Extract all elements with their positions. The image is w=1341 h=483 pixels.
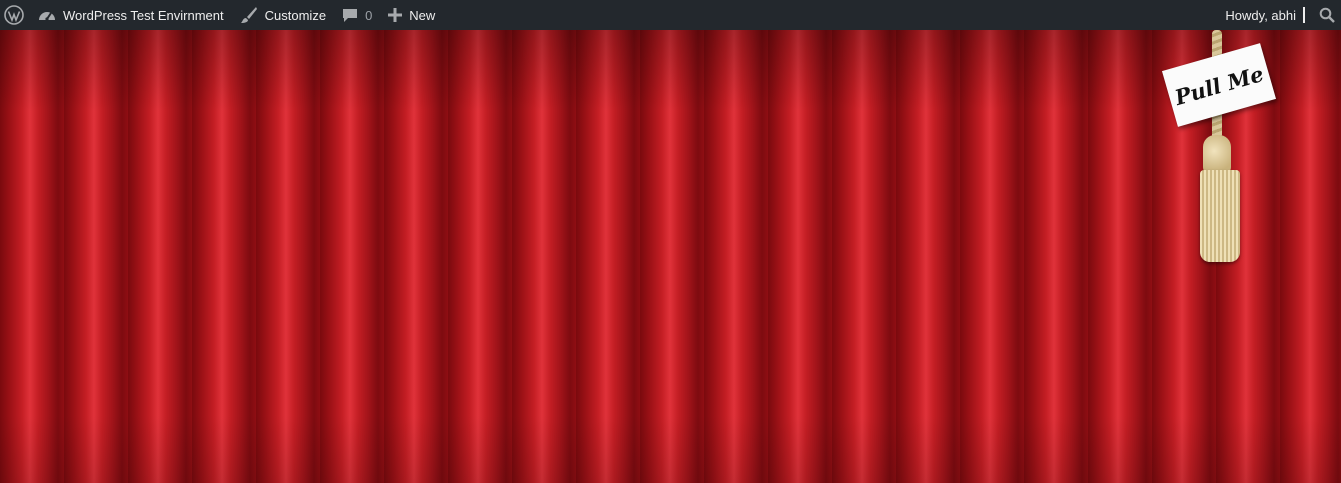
wordpress-logo-icon bbox=[4, 5, 24, 25]
search-button[interactable] bbox=[1319, 0, 1341, 30]
wp-logo-button[interactable] bbox=[0, 0, 30, 30]
comment-icon bbox=[342, 7, 358, 23]
admin-bar-left: WordPress Test Envirnment Customize 0 Ne… bbox=[0, 0, 443, 30]
admin-bar: WordPress Test Envirnment Customize 0 Ne… bbox=[0, 0, 1341, 30]
brush-icon bbox=[240, 6, 258, 24]
dashboard-icon bbox=[38, 7, 56, 23]
customize-link[interactable]: Customize bbox=[232, 0, 334, 30]
search-icon bbox=[1319, 7, 1335, 23]
comments-count: 0 bbox=[365, 7, 373, 23]
howdy-text: Howdy, abhi bbox=[1225, 7, 1296, 23]
curtain-background bbox=[0, 30, 1341, 483]
tassel-fringe[interactable] bbox=[1200, 170, 1240, 262]
account-menu[interactable]: Howdy, abhi bbox=[1217, 0, 1319, 30]
avatar bbox=[1303, 7, 1305, 23]
new-content-link[interactable]: New bbox=[380, 0, 443, 30]
pull-me-text: Pull Me bbox=[1171, 60, 1267, 110]
customize-label: Customize bbox=[264, 7, 327, 23]
admin-bar-right: Howdy, abhi bbox=[1217, 0, 1341, 30]
plus-icon bbox=[388, 8, 403, 22]
site-name-link[interactable]: WordPress Test Envirnment bbox=[30, 0, 232, 30]
new-label: New bbox=[409, 7, 436, 23]
site-name: WordPress Test Envirnment bbox=[63, 7, 224, 23]
comments-link[interactable]: 0 bbox=[334, 0, 380, 30]
tassel-knot[interactable] bbox=[1203, 135, 1231, 175]
